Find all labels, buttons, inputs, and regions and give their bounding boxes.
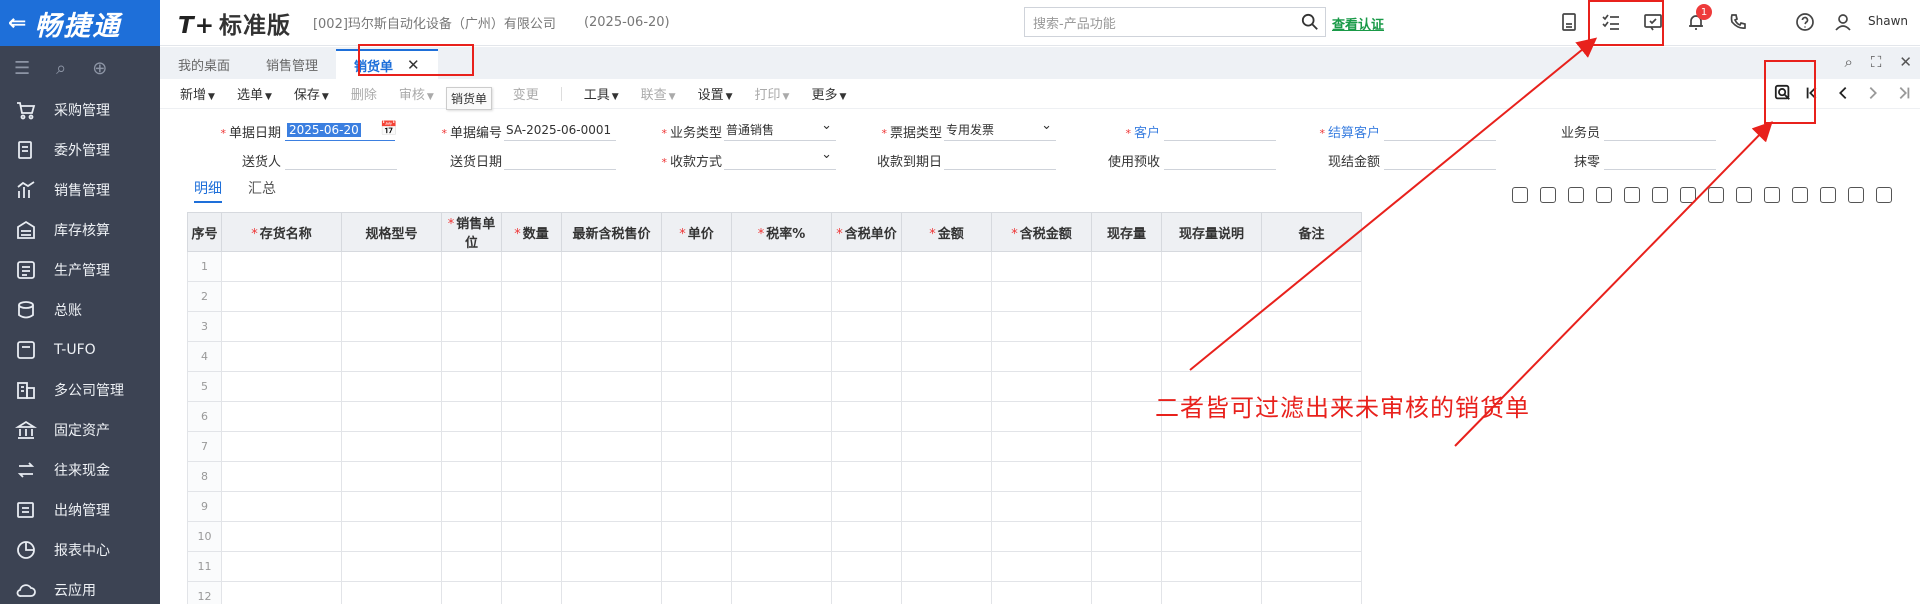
annotation-arrows xyxy=(1189,37,1773,447)
annotation-text: 二者皆可过滤出来未审核的销货单 xyxy=(1155,394,1530,422)
annotation-arrow xyxy=(1189,37,1598,371)
